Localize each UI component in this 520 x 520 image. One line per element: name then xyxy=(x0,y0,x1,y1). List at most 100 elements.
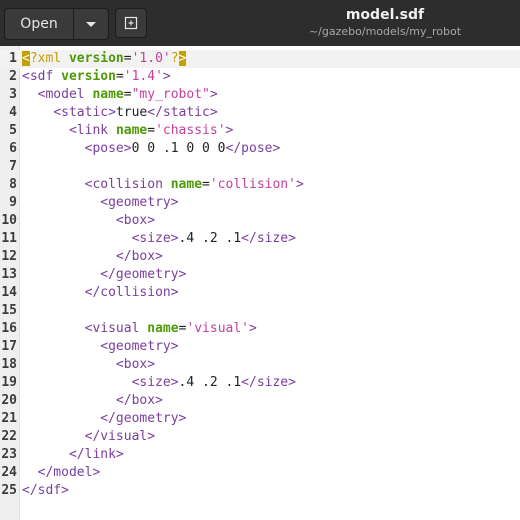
new-tab-button[interactable] xyxy=(115,8,147,38)
line-number: 6 xyxy=(9,141,17,156)
code-line[interactable]: 10 <box> xyxy=(0,212,520,230)
code-token: '1.0' xyxy=(131,51,171,66)
code-line[interactable]: 2 <sdf version='1.4'> xyxy=(0,68,520,86)
code-token: </size> xyxy=(241,231,296,246)
code-token: <geometry> xyxy=(100,339,179,354)
code-line[interactable]: 5 <link name='chassis'> xyxy=(0,122,520,140)
code-line[interactable]: 4 <static>true</static> xyxy=(0,104,520,122)
window-subtitle: ~/gazebo/models/my_robot xyxy=(308,25,462,38)
code-line[interactable]: 11 <size>.4 .2 .1</size> xyxy=(0,230,520,248)
line-number: 7 xyxy=(9,159,17,174)
window-title: model.sdf xyxy=(345,7,425,23)
code-line[interactable]: 1 <?xml version='1.0'?> xyxy=(0,50,520,68)
code-editor[interactable]: 1 <?xml version='1.0'?> 2 <sdf version='1.4… xyxy=(0,46,520,520)
line-number: 10 xyxy=(1,213,17,228)
code-token: </model> xyxy=(37,465,101,480)
line-code: </collision> xyxy=(22,284,179,302)
line-code: <pose>0 0 .1 0 0 0</pose> xyxy=(22,140,281,158)
code-line[interactable]: 8 <collision name='collision'> xyxy=(0,176,520,194)
line-code: </box> xyxy=(22,248,163,266)
code-token: > xyxy=(209,87,218,102)
line-code: </visual> xyxy=(22,428,155,446)
code-line[interactable]: 16 <visual name='visual'> xyxy=(0,320,520,338)
line-code: <size>.4 .2 .1</size> xyxy=(22,374,296,392)
line-number: 19 xyxy=(1,375,17,390)
code-token: = xyxy=(123,51,132,66)
line-code: <size>.4 .2 .1</size> xyxy=(22,230,296,248)
line-number: 21 xyxy=(1,411,17,426)
line-code: <box> xyxy=(22,356,155,374)
line-code: <model name="my_robot"> xyxy=(22,86,218,104)
open-button-group: Open xyxy=(4,8,109,40)
line-number: 22 xyxy=(1,429,17,444)
line-number: 15 xyxy=(1,303,17,318)
open-menu-button[interactable] xyxy=(74,9,108,39)
code-line[interactable]: 17 <geometry> xyxy=(0,338,520,356)
code-line[interactable]: 3 <model name="my_robot"> xyxy=(0,86,520,104)
code-token: 0 0 .1 0 0 0 xyxy=(131,141,226,156)
code-line[interactable]: 13 </geometry> xyxy=(0,266,520,284)
line-code: </sdf> xyxy=(22,482,69,500)
code-line[interactable]: 14 </collision> xyxy=(0,284,520,302)
code-token: <size> xyxy=(131,375,179,390)
code-token: </static> xyxy=(147,105,218,120)
line-number: 11 xyxy=(1,231,17,246)
code-token: .4 .2 .1 xyxy=(178,375,242,390)
code-token: = xyxy=(115,69,124,84)
code-line[interactable]: 20 </box> xyxy=(0,392,520,410)
code-token: </sdf> xyxy=(22,483,69,498)
code-token: > xyxy=(162,69,171,84)
line-code: <collision name='collision'> xyxy=(22,176,304,194)
code-token: </size> xyxy=(241,375,296,390)
code-line[interactable]: 12 </box> xyxy=(0,248,520,266)
code-token: 'visual' xyxy=(186,321,250,336)
line-number: 20 xyxy=(1,393,17,408)
new-tab-icon xyxy=(124,16,138,30)
code-token: version xyxy=(68,51,124,66)
line-number: 16 xyxy=(1,321,17,336)
line-number: 25 xyxy=(1,483,17,498)
code-token: = xyxy=(202,177,210,192)
code-line[interactable]: 23 </link> xyxy=(0,446,520,464)
line-code: <static>true</static> xyxy=(22,104,218,122)
code-line[interactable]: 6 <pose>0 0 .1 0 0 0</pose> xyxy=(0,140,520,158)
code-token: 'collision' xyxy=(209,177,296,192)
line-number: 18 xyxy=(1,357,17,372)
code-token: </geometry> xyxy=(100,267,187,282)
line-code: <link name='chassis'> xyxy=(22,122,233,140)
code-token: name xyxy=(92,87,124,102)
code-line[interactable]: 24 </model> xyxy=(0,464,520,482)
code-line[interactable]: 7 xyxy=(0,158,520,176)
line-code: </geometry> xyxy=(22,266,186,284)
line-code: <geometry> xyxy=(22,194,178,212)
open-button[interactable]: Open xyxy=(5,9,74,39)
code-token: <static> xyxy=(53,105,116,120)
code-line[interactable]: 19 <size>.4 .2 .1</size> xyxy=(0,374,520,392)
code-line[interactable]: 21 </geometry> xyxy=(0,410,520,428)
code-token: = xyxy=(147,123,156,138)
code-line[interactable]: 25 </sdf> xyxy=(0,482,520,500)
code-token: name xyxy=(170,177,203,192)
code-token: <box> xyxy=(115,357,156,372)
line-code: <box> xyxy=(22,212,155,230)
code-token: = xyxy=(123,87,132,102)
line-number: 17 xyxy=(1,339,17,354)
code-line[interactable]: 15 xyxy=(0,302,520,320)
line-code: <visual name='visual'> xyxy=(22,320,257,338)
code-line[interactable]: 9 <geometry> xyxy=(0,194,520,212)
chevron-down-icon xyxy=(86,21,96,27)
code-token: </pose> xyxy=(225,141,281,156)
code-line[interactable]: 22 </visual> xyxy=(0,428,520,446)
code-line[interactable]: 18 <box> xyxy=(0,356,520,374)
line-number: 2 xyxy=(9,69,17,84)
header-bar: Open model.sdf ~/gazebo/models/my_robot xyxy=(0,0,520,46)
line-code: <sdf version='1.4'> xyxy=(22,68,171,86)
code-token: > xyxy=(225,123,234,138)
